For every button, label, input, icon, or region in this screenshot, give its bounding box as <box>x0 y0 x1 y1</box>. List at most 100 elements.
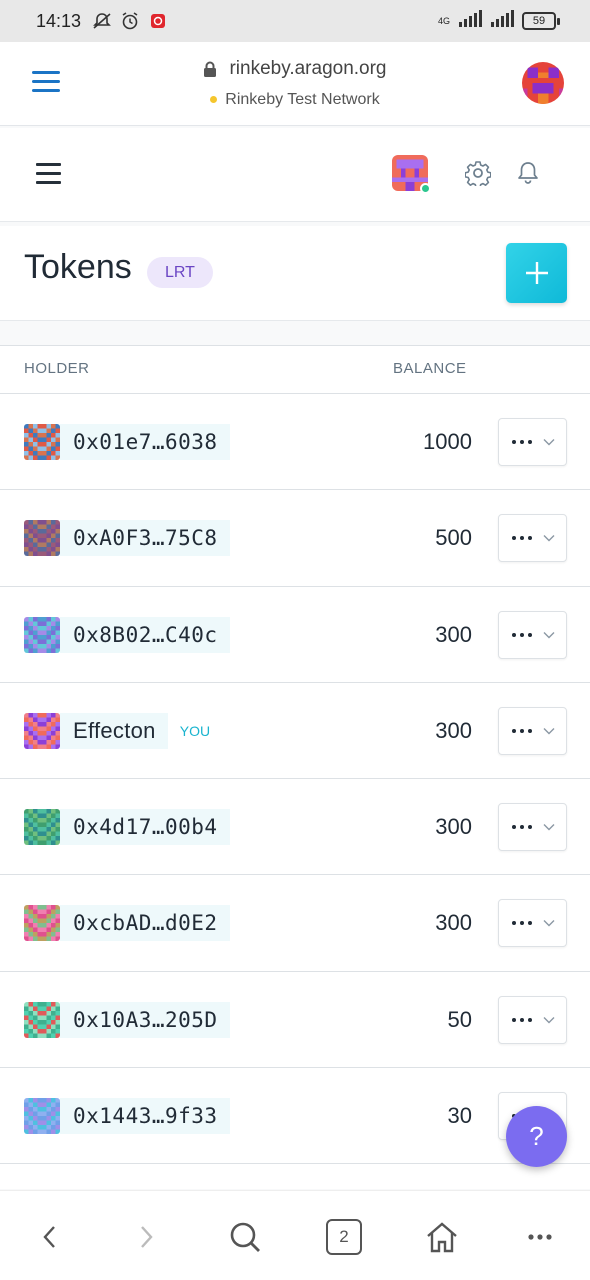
identicon <box>24 1001 60 1038</box>
table-row: 0x10A3…205D 50 <box>0 972 590 1069</box>
battery-icon: 59 <box>522 12 560 30</box>
balance-value: 500 <box>435 525 472 551</box>
plus-icon <box>525 262 548 284</box>
status-bar: 14:13 4G 59 <box>0 0 590 42</box>
browser-bottom-nav: 2 <box>0 1190 590 1280</box>
network-status-dot <box>210 96 218 103</box>
row-actions-button[interactable] <box>498 995 567 1044</box>
app-menu-button[interactable] <box>36 163 61 190</box>
notifications-off-icon <box>91 10 113 32</box>
holder-cell[interactable]: 0x10A3…205D <box>24 1001 230 1038</box>
holder-address[interactable]: 0x10A3…205D <box>60 1001 230 1038</box>
more-dots-icon <box>511 1017 532 1022</box>
tabs-button[interactable]: 2 <box>322 1215 366 1259</box>
home-icon <box>427 1222 457 1253</box>
gear-icon[interactable] <box>465 160 491 186</box>
more-dots-icon <box>511 728 532 733</box>
browser-profile-avatar[interactable] <box>522 62 564 104</box>
home-button[interactable] <box>420 1215 464 1259</box>
balance-value: 1000 <box>423 429 472 454</box>
add-tokens-button[interactable] <box>506 243 567 303</box>
more-dots-icon <box>528 1234 552 1240</box>
chevron-down-icon <box>543 439 554 446</box>
holder-cell[interactable]: 0xcbAD…d0E2 <box>24 905 230 942</box>
tab-count: 2 <box>326 1219 362 1255</box>
balance-value: 50 <box>447 1006 472 1032</box>
holder-cell[interactable]: 0x01e7…6038 <box>24 424 230 460</box>
network-indicator: Rinkeby Test Network <box>210 90 380 109</box>
more-dots-icon <box>511 536 532 541</box>
address-bar[interactable]: rinkeby.aragon.org Rinkeby Test Network <box>0 58 590 109</box>
more-dots-icon <box>511 921 532 926</box>
app-notification-icon <box>147 10 169 32</box>
row-actions-button[interactable] <box>498 418 567 466</box>
more-dots-icon <box>511 632 532 637</box>
row-actions-button[interactable] <box>498 803 567 852</box>
identicon <box>24 1098 60 1135</box>
chevron-down-icon <box>543 535 554 542</box>
search-icon <box>230 1222 260 1252</box>
alarm-icon <box>119 10 141 32</box>
holder-address[interactable]: 0xA0F3…75C8 <box>60 520 230 557</box>
holder-cell[interactable]: Effecton YOU <box>24 712 211 749</box>
table-row: 0x4d17…00b4 300 <box>0 779 590 876</box>
table-header: HOLDER BALANCE <box>0 346 590 394</box>
page-title: Tokens <box>24 248 132 286</box>
chevron-down-icon <box>543 824 554 831</box>
browser-bar: rinkeby.aragon.org Rinkeby Test Network <box>0 42 590 126</box>
table-row: 0xcbAD…d0E2 300 <box>0 875 590 972</box>
online-indicator <box>420 183 431 194</box>
help-button[interactable]: ? <box>506 1106 567 1167</box>
holder-address[interactable]: Effecton <box>60 712 168 749</box>
row-actions-button[interactable] <box>498 899 567 948</box>
app-header <box>0 128 590 222</box>
row-actions-button[interactable] <box>498 514 567 563</box>
table-row: 0x8B02…C40c 300 <box>0 587 590 683</box>
lock-icon <box>204 61 217 77</box>
table-row: 0x01e7…6038 1000 <box>0 394 590 491</box>
row-actions-button[interactable] <box>498 610 567 659</box>
network-type: 4G <box>437 15 450 26</box>
table-row: Effecton YOU 300 <box>0 683 590 780</box>
identicon <box>24 424 60 460</box>
row-actions-button[interactable] <box>498 706 567 755</box>
network-label: Rinkeby Test Network <box>225 90 380 108</box>
holder-address[interactable]: 0x01e7…6038 <box>60 424 230 460</box>
chevron-down-icon <box>543 920 554 927</box>
holder-address[interactable]: 0x8B02…C40c <box>60 616 230 653</box>
more-dots-icon <box>511 825 532 830</box>
back-button[interactable] <box>27 1215 71 1259</box>
more-dots-icon <box>511 440 532 444</box>
balance-value: 300 <box>435 814 472 840</box>
identicon <box>24 616 60 653</box>
status-time: 14:13 <box>36 10 82 31</box>
balance-value: 30 <box>447 1103 472 1129</box>
chevron-left-icon <box>43 1226 55 1248</box>
chevron-down-icon <box>543 631 554 639</box>
holder-cell[interactable]: 0x1443…9f33 <box>24 1098 230 1135</box>
you-badge: YOU <box>179 722 211 739</box>
title-bar: Tokens LRT <box>0 226 590 321</box>
holder-cell[interactable]: 0x4d17…00b4 <box>24 809 230 846</box>
balance-value: 300 <box>435 717 472 743</box>
identicon <box>24 712 60 749</box>
holder-cell[interactable]: 0xA0F3…75C8 <box>24 520 230 557</box>
holder-cell[interactable]: 0x8B02…C40c <box>24 616 230 653</box>
identicon <box>24 520 60 557</box>
holder-address[interactable]: 0xcbAD…d0E2 <box>60 905 230 942</box>
balance-value: 300 <box>435 910 472 936</box>
chevron-down-icon <box>543 727 554 735</box>
column-holder: HOLDER <box>24 360 90 377</box>
bell-icon[interactable] <box>515 160 541 186</box>
chevron-right-icon <box>141 1226 153 1248</box>
table-row: 0xA0F3…75C8 500 <box>0 490 590 587</box>
identicon <box>24 905 60 942</box>
table-row: 0x1443…9f33 30 <box>0 1068 590 1165</box>
holder-address[interactable]: 0x4d17…00b4 <box>60 809 230 846</box>
identicon <box>24 809 60 846</box>
search-button[interactable] <box>223 1215 267 1259</box>
forward-button[interactable] <box>125 1215 169 1259</box>
more-options-button[interactable] <box>518 1215 562 1259</box>
url-text: rinkeby.aragon.org <box>229 58 387 79</box>
holder-address[interactable]: 0x1443…9f33 <box>60 1098 230 1135</box>
